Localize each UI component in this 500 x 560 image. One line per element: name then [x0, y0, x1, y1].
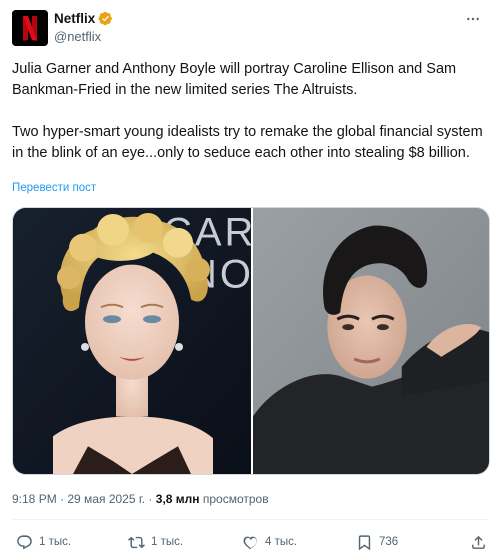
retweet-button[interactable]: 1 тыс. [128, 530, 183, 554]
display-name[interactable]: Netflix [54, 11, 95, 26]
meta-separator: · [56, 492, 68, 506]
handle[interactable]: @netflix [54, 29, 101, 44]
tweet-text: Julia Garner and Anthony Boyle will port… [12, 59, 490, 164]
action-bar: 1 тыс. 1 тыс. 4 тыс. 736 [12, 530, 488, 554]
more-icon[interactable] [462, 10, 484, 28]
tweet-header: Netflix @netflix [12, 10, 488, 50]
like-count: 4 тыс. [265, 536, 298, 548]
media-grid: CAR NO [12, 207, 490, 475]
photo-anthony-boyle[interactable] [253, 208, 489, 474]
tweet-meta: 9:18 PM · 29 мая 2025 г. · 3,8 млн просм… [12, 492, 269, 506]
tweet-paragraph: Julia Garner and Anthony Boyle will port… [12, 61, 457, 98]
retweet-icon [128, 536, 145, 548]
retweet-count: 1 тыс. [151, 536, 184, 548]
reply-icon [17, 534, 32, 549]
meta-separator: · [145, 492, 156, 506]
avatar[interactable] [12, 10, 48, 46]
reply-count: 1 тыс. [39, 536, 72, 548]
tweet-time[interactable]: 9:18 PM [12, 492, 57, 506]
bookmark-count: 736 [379, 536, 399, 548]
share-button[interactable] [470, 530, 487, 554]
like-button[interactable]: 4 тыс. [242, 530, 297, 554]
translate-link[interactable]: Перевести пост [12, 182, 96, 194]
bookmark-icon [358, 534, 371, 550]
tweet-paragraph: Two hyper-smart young idealists try to r… [12, 124, 483, 161]
like-icon [243, 536, 257, 549]
share-icon [472, 535, 485, 549]
name-row: Netflix [54, 11, 113, 26]
reply-button[interactable]: 1 тыс. [16, 530, 71, 554]
tweet-date[interactable]: 29 мая 2025 г. [67, 492, 145, 506]
views-count: 3,8 млн [155, 492, 200, 506]
verified-badge-icon [98, 11, 113, 26]
bookmark-button[interactable]: 736 [356, 530, 398, 554]
divider [12, 519, 488, 520]
photo-julia-garner[interactable]: CAR NO [13, 208, 251, 474]
netflix-logo [12, 10, 48, 46]
views-label: просмотров [202, 492, 269, 506]
